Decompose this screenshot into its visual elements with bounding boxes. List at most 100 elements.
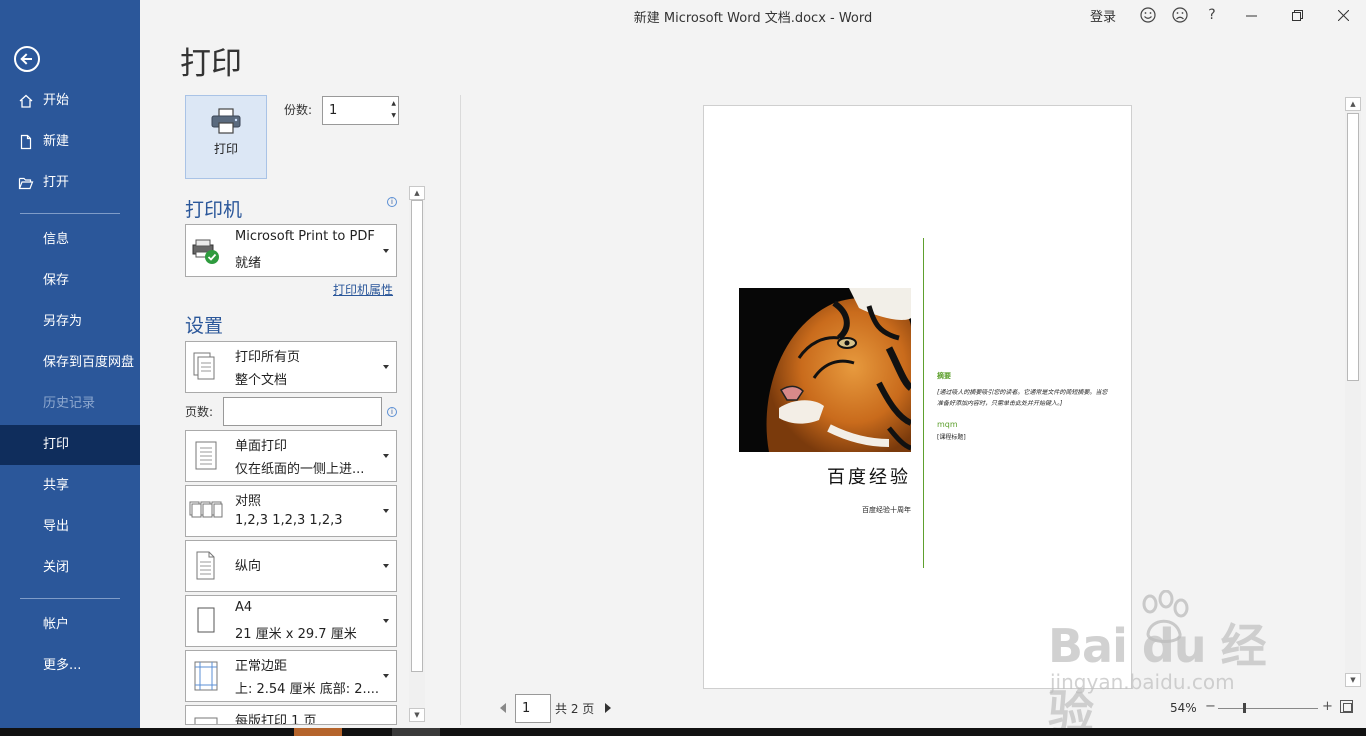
scroll-up-icon[interactable]: ▲ [409,186,425,200]
printer-properties-link[interactable]: 打印机属性 [333,281,393,298]
preview-scrollbar[interactable]: ▲ ▼ [1345,97,1361,687]
settings-scrollbar[interactable]: ▲ ▼ [409,186,425,722]
spin-down-icon[interactable]: ▼ [391,112,396,119]
back-arrow-icon[interactable] [14,46,40,72]
frown-feedback-icon[interactable] [1164,0,1196,30]
sidebar-item-save[interactable]: 保存 [0,261,140,301]
previous-page-icon[interactable] [500,703,506,713]
pages-label: 页数: [185,405,214,419]
scroll-thumb[interactable] [411,200,423,672]
margins-dropdown[interactable]: 正常边距 上: 2.54 厘米 底部: 2.... [185,650,397,702]
help-icon[interactable]: ? [1196,0,1228,30]
page-total: 共 2 页 [555,702,595,716]
sidebar-item-label: 信息 [43,232,70,247]
all-pages-icon [193,352,215,380]
scroll-down-icon[interactable]: ▼ [409,708,425,722]
collate-icon [189,501,223,518]
zoom-out-button[interactable]: − [1205,699,1216,714]
pages-per-sheet-title: 每版打印 1 页 [235,714,317,725]
sidebar-item-export[interactable]: 导出 [0,507,140,547]
sides-dropdown[interactable]: 单面打印 仅在纸面的一侧上进... [185,430,397,482]
paper-size-dropdown[interactable]: A4 21 厘米 x 29.7 厘米 [185,595,397,647]
zoom-slider[interactable] [1218,708,1318,709]
minimize-button[interactable] [1228,0,1274,30]
sidebar-item-more[interactable]: 更多... [0,646,140,686]
abstract-text: [通过吸人的摘要吸引您的读者。它通常是文件的简短摘要。当您准备好添加内容时，只需… [937,389,1108,407]
scroll-up-icon[interactable]: ▲ [1345,97,1361,111]
zoom-in-button[interactable]: + [1322,699,1333,714]
title-bar: 新建 Microsoft Word 文档.docx - Word 登录 ? [140,0,1366,30]
restore-button[interactable] [1274,0,1320,30]
spin-up-icon[interactable]: ▲ [391,100,396,107]
margins-title: 正常边距 [235,659,288,674]
scroll-thumb[interactable] [1347,113,1359,381]
smile-feedback-icon[interactable] [1132,0,1164,30]
print-range-detail: 整个文档 [235,373,288,388]
orientation-dropdown[interactable]: 纵向 [185,540,397,592]
portrait-icon [196,551,215,580]
zoom-slider-thumb[interactable] [1243,703,1246,713]
copies-value: 1 [329,103,338,118]
chevron-down-icon [383,454,389,458]
collate-dropdown[interactable]: 对照 1,2,3 1,2,3 1,2,3 [185,485,397,537]
collate-detail: 1,2,3 1,2,3 1,2,3 [235,513,343,528]
sidebar-item-label: 开始 [43,93,70,108]
orientation-title: 纵向 [235,559,262,574]
sidebar-item-new[interactable]: 新建 [0,122,140,162]
print-range-dropdown[interactable]: 打印所有页 整个文档 [185,341,397,393]
sidebar-item-home[interactable]: 开始 [0,81,140,121]
sidebar-item-save-as[interactable]: 另存为 [0,302,140,342]
zoom-percentage[interactable]: 54% [1170,701,1197,715]
sidebar-item-close[interactable]: 关闭 [0,548,140,588]
settings-section-title: 设置 [185,315,224,337]
scroll-down-icon[interactable]: ▼ [1345,673,1361,687]
taskbar-app-button[interactable] [392,728,440,736]
paper-size-detail: 21 厘米 x 29.7 厘米 [235,627,357,642]
sidebar-item-label: 打开 [43,175,70,190]
margins-icon [194,661,218,691]
sidebar-item-history: 历史记录 [0,384,140,424]
sidebar-item-label: 新建 [43,134,70,149]
sidebar-divider [20,598,120,599]
backstage-sidebar: 开始 新建 打开 信息 保存 另存为 保存到百度网盘 历史记录 打印 共享 导出… [0,0,140,728]
sidebar-item-label: 帐户 [43,617,70,632]
sidebar-item-info[interactable]: 信息 [0,220,140,260]
sidebar-item-label: 关闭 [43,560,70,575]
print-button[interactable]: 打印 [185,95,267,179]
copies-stepper[interactable]: 1 ▲ ▼ [322,96,399,125]
page-number-input[interactable]: 1 [515,694,551,723]
collate-title: 对照 [235,494,262,509]
sidebar-item-share[interactable]: 共享 [0,466,140,506]
chevron-down-icon [383,365,389,369]
sidebar-item-open[interactable]: 打开 [0,163,140,203]
sidebar-item-label: 共享 [43,478,70,493]
home-icon [19,94,33,108]
baidu-watermark: Bai du 经验 jingyan.baidu.com [1048,590,1298,736]
taskbar-app-button[interactable] [294,728,342,736]
sidebar-divider [20,213,120,214]
tiger-image [739,288,911,452]
sides-title: 单面打印 [235,439,288,454]
zoom-to-page-icon[interactable] [1340,700,1353,713]
sidebar-item-label: 打印 [43,437,70,452]
sidebar-item-label: 更多... [43,658,82,673]
sidebar-item-account[interactable]: 帐户 [0,605,140,645]
signin-link[interactable]: 登录 [1090,6,1116,25]
pages-input[interactable] [223,397,382,426]
sidebar-item-print[interactable]: 打印 [0,425,140,465]
pages-per-sheet-dropdown[interactable]: 每版打印 1 页 [185,705,397,725]
chevron-down-icon [383,564,389,568]
sidebar-item-save-to-baidu[interactable]: 保存到百度网盘 [0,343,140,383]
new-document-icon [20,134,32,150]
sidebar-item-label: 历史记录 [43,396,96,411]
sides-detail: 仅在纸面的一侧上进... [235,462,365,477]
next-page-icon[interactable] [605,703,611,713]
info-icon[interactable]: i [387,197,397,207]
printer-dropdown[interactable]: Microsoft Print to PDF 就绪 [185,224,397,277]
chevron-down-icon [383,509,389,513]
info-icon[interactable]: i [387,407,397,417]
sidebar-item-label: 保存 [43,273,70,288]
close-button[interactable] [1320,0,1366,30]
abstract-heading: 摘要 [937,372,951,380]
course-title: [课程标题] [937,434,966,441]
